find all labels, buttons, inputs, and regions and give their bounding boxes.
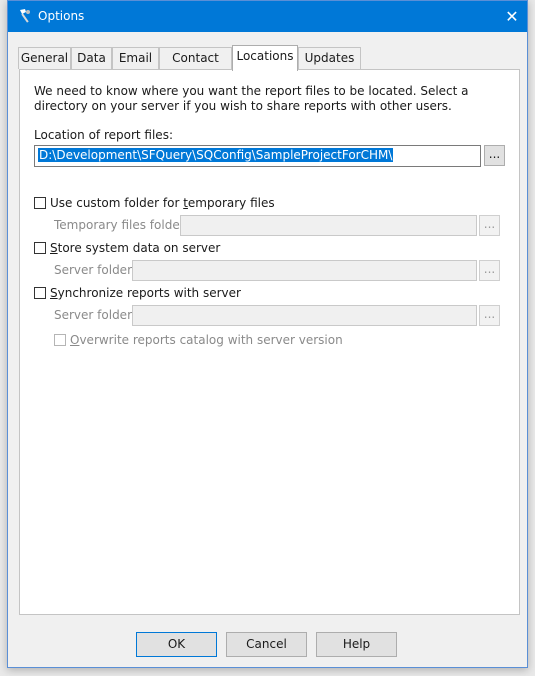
overwrite-catalog-label: Overwrite reports catalog with server ve…: [70, 333, 343, 347]
tab-email[interactable]: Email: [112, 47, 159, 69]
sync-reports-label: Synchronize reports with server: [50, 286, 241, 300]
locations-panel: We need to know where you want the repor…: [19, 69, 520, 615]
options-dialog: Options ✕ General Data Email Contact Loc…: [7, 0, 528, 668]
close-icon: ✕: [505, 7, 519, 26]
sync-server-folder-input[interactable]: [132, 305, 477, 326]
window-title: Options: [38, 9, 85, 23]
report-files-value: D:\Development\SFQuery\SQConfig\SamplePr…: [38, 148, 394, 162]
overwrite-catalog-checkbox[interactable]: [54, 334, 66, 346]
tab-data[interactable]: Data: [71, 47, 112, 69]
custom-temp-folder-option[interactable]: Use custom folder for temporary files: [34, 196, 275, 210]
store-system-data-checkbox[interactable]: [34, 242, 46, 254]
close-button[interactable]: ✕: [497, 1, 527, 32]
store-system-data-option[interactable]: Store system data on server: [34, 241, 220, 255]
sync-reports-option[interactable]: Synchronize reports with server: [34, 286, 241, 300]
system-server-folder-input[interactable]: [132, 260, 477, 281]
tools-icon: [17, 8, 33, 24]
store-system-data-label: Store system data on server: [50, 241, 221, 255]
sync-reports-checkbox[interactable]: [34, 287, 46, 299]
temp-folder-input[interactable]: [180, 215, 477, 236]
help-button[interactable]: Help: [316, 632, 397, 657]
report-files-browse-button[interactable]: ...: [484, 145, 505, 166]
cancel-button[interactable]: Cancel: [226, 632, 307, 657]
custom-temp-folder-checkbox[interactable]: [34, 197, 46, 209]
system-server-folder-browse-button[interactable]: ...: [479, 260, 500, 281]
tab-contact[interactable]: Contact: [159, 47, 232, 69]
tab-general[interactable]: General: [18, 47, 71, 69]
custom-temp-folder-label: Use custom folder for temporary files: [50, 196, 275, 210]
sync-server-folder-label: Server folder: [54, 308, 132, 322]
sync-server-folder-browse-button[interactable]: ...: [479, 305, 500, 326]
ok-button[interactable]: OK: [136, 632, 217, 657]
report-files-label: Location of report files:: [34, 128, 173, 142]
report-files-input[interactable]: D:\Development\SFQuery\SQConfig\SamplePr…: [34, 145, 481, 167]
tab-updates[interactable]: Updates: [298, 47, 361, 69]
locations-description: We need to know where you want the repor…: [34, 84, 469, 113]
temp-folder-label: Temporary files folder: [54, 218, 185, 232]
overwrite-catalog-option[interactable]: Overwrite reports catalog with server ve…: [54, 333, 343, 347]
title-bar: Options ✕: [8, 1, 527, 32]
temp-folder-browse-button[interactable]: ...: [479, 215, 500, 236]
tab-locations[interactable]: Locations: [232, 45, 298, 71]
system-server-folder-label: Server folder: [54, 263, 132, 277]
